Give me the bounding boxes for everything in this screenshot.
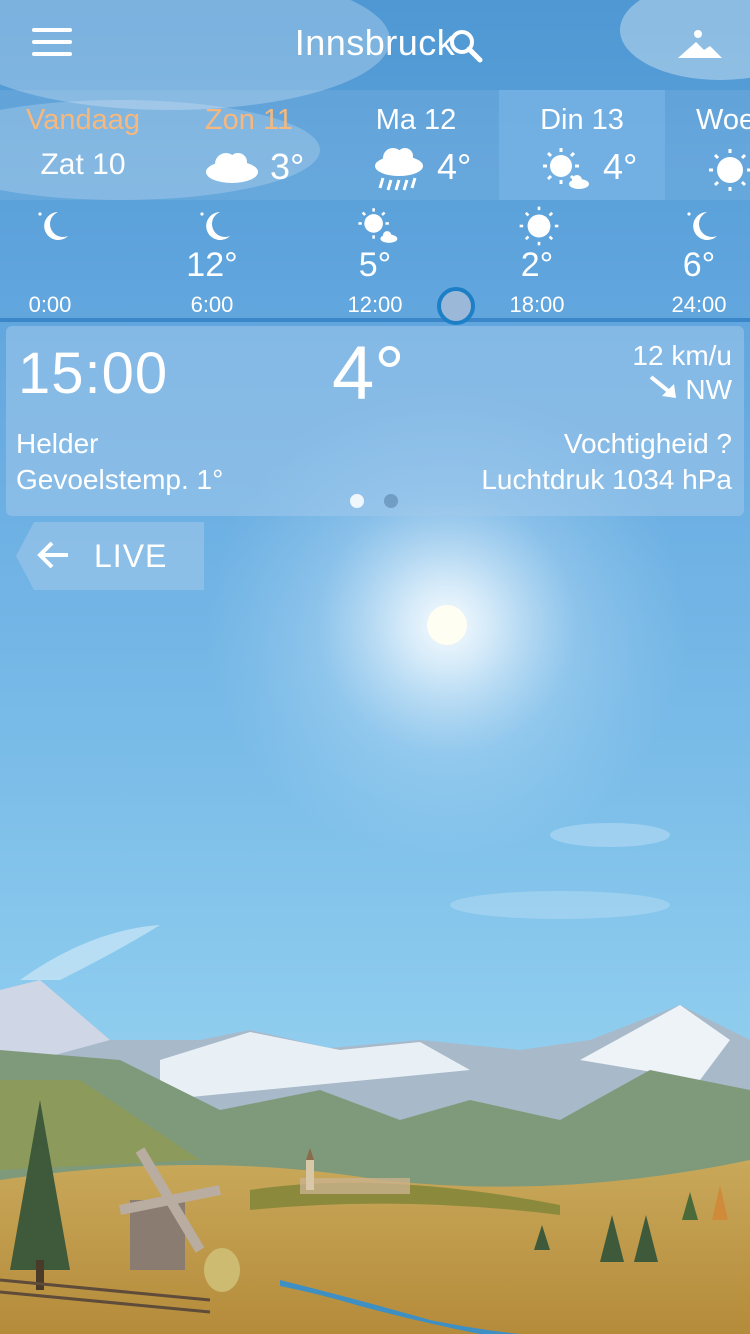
rain-cloud-icon (375, 148, 423, 191)
wind-direction-arrow-icon (649, 375, 676, 398)
menu-icon-line (32, 40, 72, 44)
sun-cloud-icon (543, 148, 589, 189)
hour-temp: 6° (682, 246, 716, 284)
day-temp: 4° (603, 146, 638, 187)
hour-time: 0:00 (28, 292, 72, 317)
page-dot[interactable] (384, 494, 399, 508)
humidity-text: Vochtigheid ? (563, 428, 732, 459)
detail-panel[interactable]: 15:00 4° 12 km/u NW Helder Gevoelstemp. … (6, 326, 744, 516)
detail-time: 15:00 (18, 341, 169, 406)
live-label: LIVE (94, 538, 168, 574)
moon-icon (38, 212, 68, 240)
sun-icon (709, 149, 750, 191)
pressure-text: Luchtdruk 1034 hPa (481, 464, 732, 495)
hour-temp: 12° (186, 246, 238, 284)
live-button[interactable]: LIVE (16, 522, 204, 590)
day-name: Woe (696, 104, 750, 136)
menu-icon-line (32, 28, 72, 32)
day-tab-tue13[interactable]: Din 13 4° (499, 90, 665, 200)
day-tab-sun11[interactable]: Zon 11 3° (166, 90, 332, 200)
day-name: Ma 12 (375, 104, 457, 136)
cloud-icon (206, 153, 258, 183)
sun-cloud-icon (358, 208, 398, 243)
page-dot-active[interactable] (350, 494, 364, 508)
day-name: Zon 11 (204, 104, 294, 136)
timeline-scrubber-handle[interactable] (437, 287, 475, 325)
arrow-left-icon (37, 541, 68, 569)
moon-icon (687, 212, 717, 240)
day-tab-mon12[interactable]: Ma 12 4° (333, 90, 499, 200)
landscape-icon[interactable] (672, 26, 726, 66)
hour-time: 24:00 (671, 292, 727, 317)
day-strip: Vandaag Zat 10 Zon 11 3° Ma 12 4° Din 13 (0, 90, 750, 200)
search-icon[interactable] (446, 26, 486, 66)
timeline-track[interactable] (0, 318, 750, 322)
day-tab-wed[interactable]: Woe (666, 90, 750, 200)
day-temp: 3° (270, 146, 305, 187)
hour-temp: 5° (358, 246, 392, 284)
hour-time: 6:00 (190, 292, 234, 317)
hourly-forecast: 0:00 12° 6:00 5° 12:00 2° 18:00 6° 24:00 (0, 200, 750, 320)
hour-time: 12:00 (347, 292, 403, 317)
day-temp: 4° (437, 146, 472, 187)
menu-button[interactable] (26, 22, 78, 68)
feels-like-text: Gevoelstemp. 1° (16, 464, 224, 495)
hour-temp: 2° (520, 246, 554, 284)
day-name: Din 13 (540, 104, 624, 136)
day-date: Zat 10 (40, 148, 126, 181)
wind-speed: 12 km/u (632, 340, 732, 371)
moon-icon (200, 212, 230, 240)
city-title[interactable]: Innsbruck (295, 22, 456, 63)
sun-icon (519, 206, 559, 246)
day-name: Vandaag (26, 104, 140, 136)
day-tab-today[interactable]: Vandaag Zat 10 (0, 90, 166, 200)
wind-direction: NW (685, 374, 732, 405)
condition-text: Helder (16, 428, 99, 459)
page-indicator (342, 494, 406, 513)
detail-temperature: 4° (332, 331, 405, 416)
hour-time: 18:00 (509, 292, 565, 317)
city-title-wrap: Innsbruck (0, 22, 750, 64)
top-bar: Innsbruck (0, 0, 750, 90)
menu-icon-line (32, 52, 72, 56)
